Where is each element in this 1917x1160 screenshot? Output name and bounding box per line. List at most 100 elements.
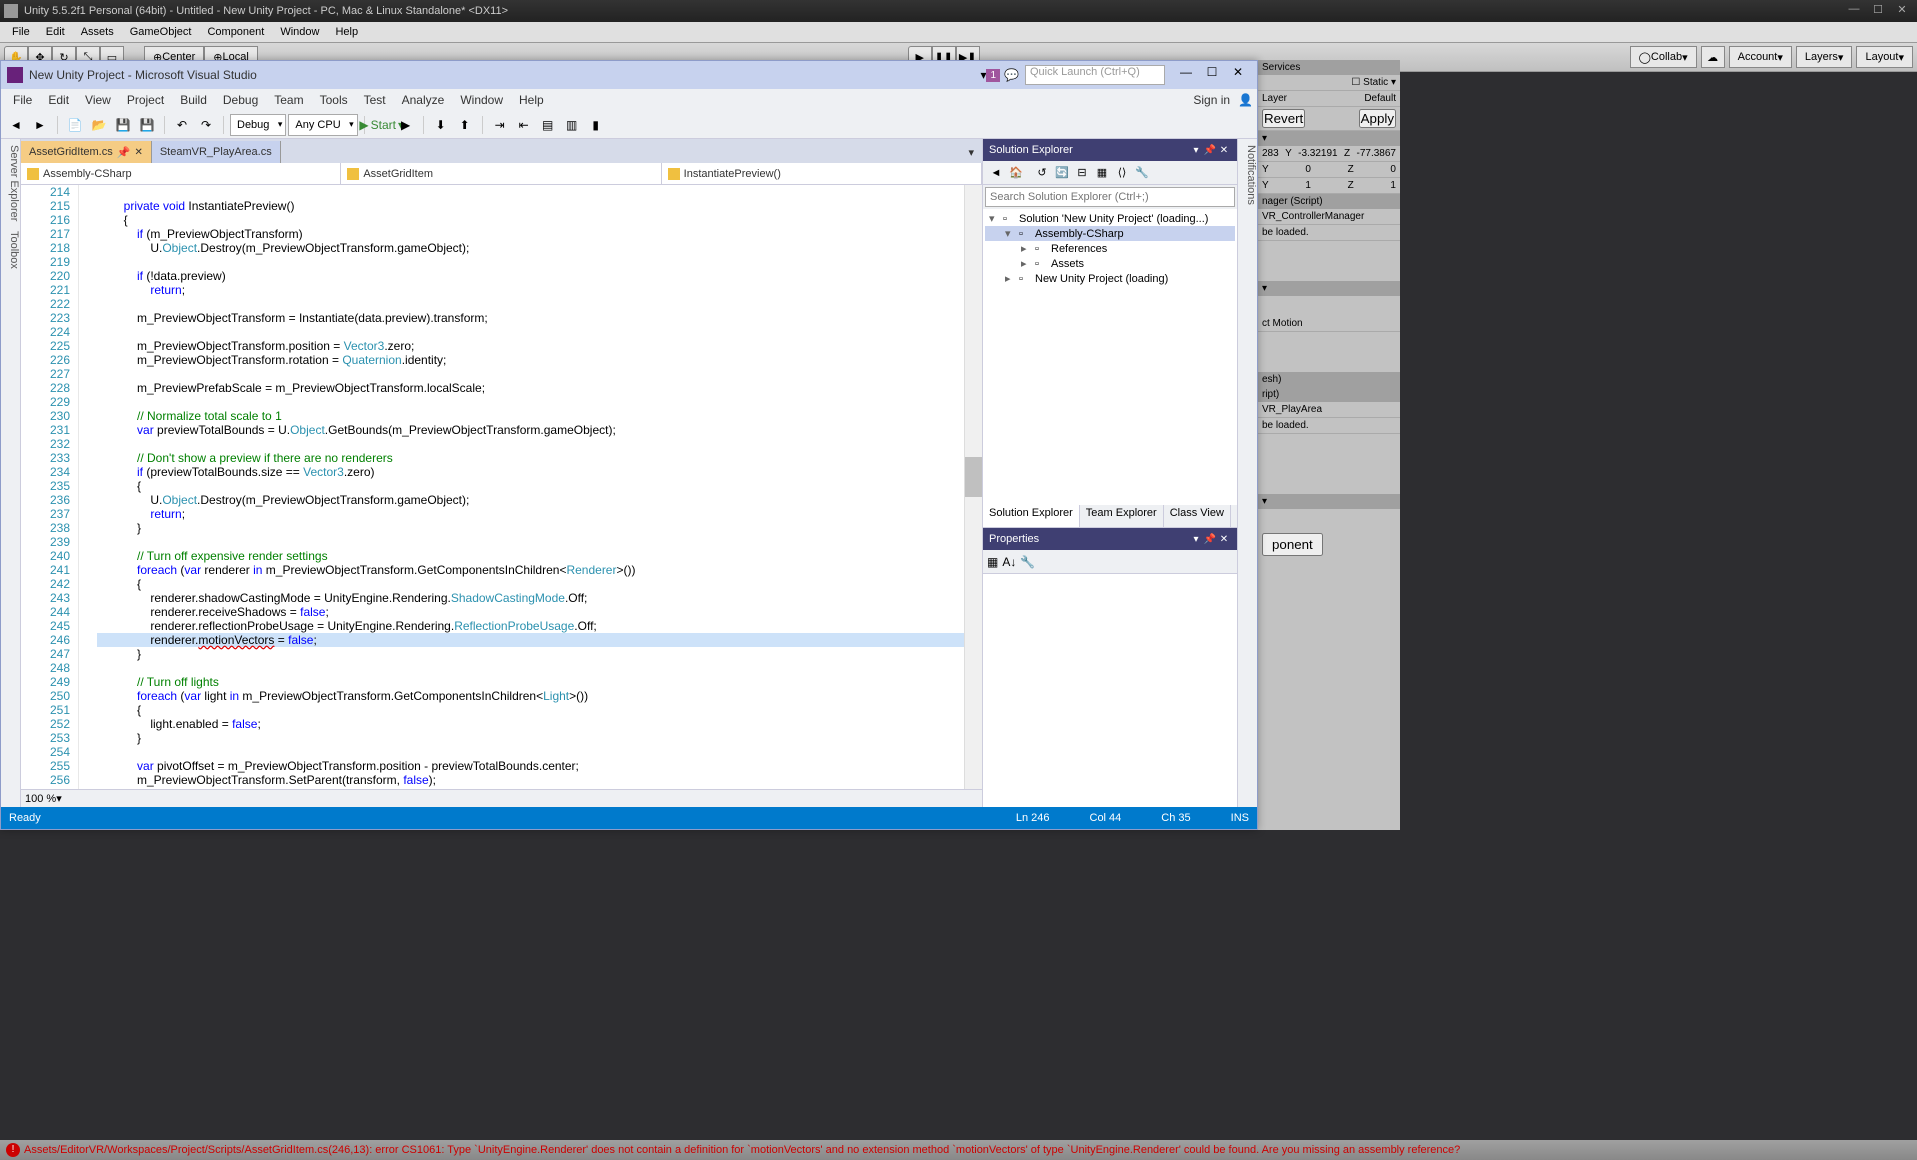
revert-button[interactable]: Revert	[1262, 109, 1305, 128]
notifications-tab[interactable]: Notifications	[1245, 145, 1257, 205]
panel-pin-icon[interactable]: 📌	[1203, 145, 1217, 156]
menu-gameobject[interactable]: GameObject	[122, 24, 200, 40]
indent-icon[interactable]: ⇥	[489, 114, 511, 136]
save-all-icon[interactable]: 💾	[136, 114, 158, 136]
redo-icon[interactable]: ↷	[195, 114, 217, 136]
se-properties-icon[interactable]: 🔧	[1133, 164, 1151, 182]
script-header-2[interactable]: ▾	[1258, 281, 1400, 296]
step-into-icon[interactable]: ⬇	[430, 114, 452, 136]
se-sync-icon[interactable]: ↺	[1033, 164, 1051, 182]
tree-node[interactable]: ▸▫References	[985, 241, 1235, 256]
se-home-icon[interactable]: 🏠	[1007, 164, 1025, 182]
menu-edit[interactable]: Edit	[38, 24, 73, 40]
comment-icon[interactable]: ▤	[537, 114, 559, 136]
props-categorized-icon[interactable]: ▦	[987, 555, 998, 569]
vs-menu-project[interactable]: Project	[119, 91, 172, 109]
zoom-level[interactable]: 100 %	[25, 793, 56, 805]
config-dropdown[interactable]: Debug	[230, 114, 286, 136]
open-file-icon[interactable]: 📂	[88, 114, 110, 136]
sign-in-avatar-icon[interactable]: 👤	[1238, 93, 1253, 107]
script-header-1[interactable]: nager (Script)	[1258, 194, 1400, 209]
tab-assetgriditem[interactable]: AssetGridItem.cs 📌 ✕	[21, 141, 152, 163]
props-dropdown-icon[interactable]: ▾	[1189, 534, 1203, 545]
script-header-3[interactable]: ript)	[1258, 387, 1400, 402]
tree-node[interactable]: ▾▫Solution 'New Unity Project' (loading.…	[985, 211, 1235, 226]
quick-launch-input[interactable]: Quick Launch (Ctrl+Q)	[1025, 65, 1165, 85]
start-debug-button[interactable]: ▶ Start ▾	[371, 114, 393, 136]
nav-type-dropdown[interactable]: AssetGridItem	[341, 163, 661, 184]
se-back-icon[interactable]: ◄	[987, 164, 1005, 182]
layout-dropdown[interactable]: Layout ▾	[1856, 46, 1913, 68]
menu-component[interactable]: Component	[199, 24, 272, 40]
sign-in-link[interactable]: Sign in	[1185, 91, 1238, 109]
nav-project-dropdown[interactable]: Assembly-CSharp	[21, 163, 341, 184]
vs-menu-test[interactable]: Test	[356, 91, 394, 109]
server-explorer-tab[interactable]: Server Explorer	[1, 145, 20, 221]
tab-class-view[interactable]: Class View	[1164, 505, 1231, 527]
toolbox-tab[interactable]: Toolbox	[1, 231, 20, 269]
account-dropdown[interactable]: Account ▾	[1729, 46, 1792, 68]
add-component-button[interactable]: ponent	[1262, 533, 1323, 556]
close-button[interactable]: ✕	[1891, 3, 1913, 19]
props-pages-icon[interactable]: 🔧	[1020, 555, 1035, 569]
notification-badge[interactable]: 1	[986, 69, 1000, 82]
panel-close-icon[interactable]: ✕	[1217, 145, 1231, 156]
tab-close-icon[interactable]: ✕	[134, 147, 142, 158]
menu-window[interactable]: Window	[272, 24, 327, 40]
platform-dropdown[interactable]: Any CPU	[288, 114, 357, 136]
tree-node[interactable]: ▾▫Assembly-CSharp	[985, 226, 1235, 241]
undo-icon[interactable]: ↶	[171, 114, 193, 136]
tab-overflow-icon[interactable]: ▾	[960, 141, 982, 163]
se-collapse-icon[interactable]: ⊟	[1073, 164, 1091, 182]
menu-assets[interactable]: Assets	[73, 24, 122, 40]
props-alpha-icon[interactable]: A↓	[1002, 555, 1016, 569]
menu-file[interactable]: File	[4, 24, 38, 40]
collab-dropdown[interactable]: ◯ Collab ▾	[1630, 46, 1697, 68]
vs-maximize-button[interactable]: ☐	[1199, 65, 1225, 85]
vs-minimize-button[interactable]: —	[1173, 65, 1199, 85]
unity-console-error[interactable]: ! Assets/EditorVR/Workspaces/Project/Scr…	[0, 1140, 1917, 1160]
mesh-header[interactable]: esh)	[1258, 372, 1400, 387]
vs-menu-build[interactable]: Build	[172, 91, 215, 109]
attach-to-unity-icon[interactable]: ▶	[395, 114, 417, 136]
vs-menu-analyze[interactable]: Analyze	[394, 91, 453, 109]
props-close-icon[interactable]: ✕	[1217, 534, 1231, 545]
bookmark-icon[interactable]: ▮	[585, 114, 607, 136]
panel-dropdown-icon[interactable]: ▾	[1189, 145, 1203, 156]
tab-solution-explorer[interactable]: Solution Explorer	[983, 505, 1080, 527]
se-preview-icon[interactable]: ⟨⟩	[1113, 164, 1131, 182]
tab-team-explorer[interactable]: Team Explorer	[1080, 505, 1164, 527]
cloud-icon[interactable]: ☁	[1701, 46, 1725, 68]
feedback-icon[interactable]: 💬	[1004, 68, 1019, 82]
component-header[interactable]: ▾	[1258, 494, 1400, 509]
solution-search-input[interactable]	[985, 187, 1235, 207]
vs-menu-tools[interactable]: Tools	[312, 91, 356, 109]
apply-button[interactable]: Apply	[1359, 109, 1396, 128]
code-editor[interactable]: 2142152162172182192202212222232242252262…	[21, 185, 982, 789]
save-icon[interactable]: 💾	[112, 114, 134, 136]
props-pin-icon[interactable]: 📌	[1203, 534, 1217, 545]
menu-help[interactable]: Help	[327, 24, 366, 40]
tree-node[interactable]: ▸▫Assets	[985, 256, 1235, 271]
vs-menu-window[interactable]: Window	[452, 91, 511, 109]
layers-dropdown[interactable]: Layers ▾	[1796, 46, 1853, 68]
solution-tree[interactable]: ▾▫Solution 'New Unity Project' (loading.…	[983, 209, 1237, 505]
vs-menu-help[interactable]: Help	[511, 91, 552, 109]
vs-menu-edit[interactable]: Edit	[40, 91, 77, 109]
nav-back-icon[interactable]: ◄	[5, 114, 27, 136]
transform-header[interactable]: ▾	[1258, 131, 1400, 146]
tab-steamvr-playarea[interactable]: SteamVR_PlayArea.cs	[152, 141, 281, 163]
vs-menu-view[interactable]: View	[77, 91, 119, 109]
se-refresh-icon[interactable]: 🔄	[1053, 164, 1071, 182]
maximize-button[interactable]: ☐	[1867, 3, 1889, 19]
new-file-icon[interactable]: 📄	[64, 114, 86, 136]
vertical-scrollbar[interactable]	[964, 185, 982, 789]
vs-menu-team[interactable]: Team	[266, 91, 311, 109]
nav-forward-icon[interactable]: ►	[29, 114, 51, 136]
services-tab[interactable]: Services	[1258, 60, 1400, 75]
uncomment-icon[interactable]: ▥	[561, 114, 583, 136]
nav-member-dropdown[interactable]: InstantiatePreview()	[662, 163, 982, 184]
minimize-button[interactable]: —	[1843, 3, 1865, 19]
outdent-icon[interactable]: ⇤	[513, 114, 535, 136]
vs-menu-debug[interactable]: Debug	[215, 91, 266, 109]
